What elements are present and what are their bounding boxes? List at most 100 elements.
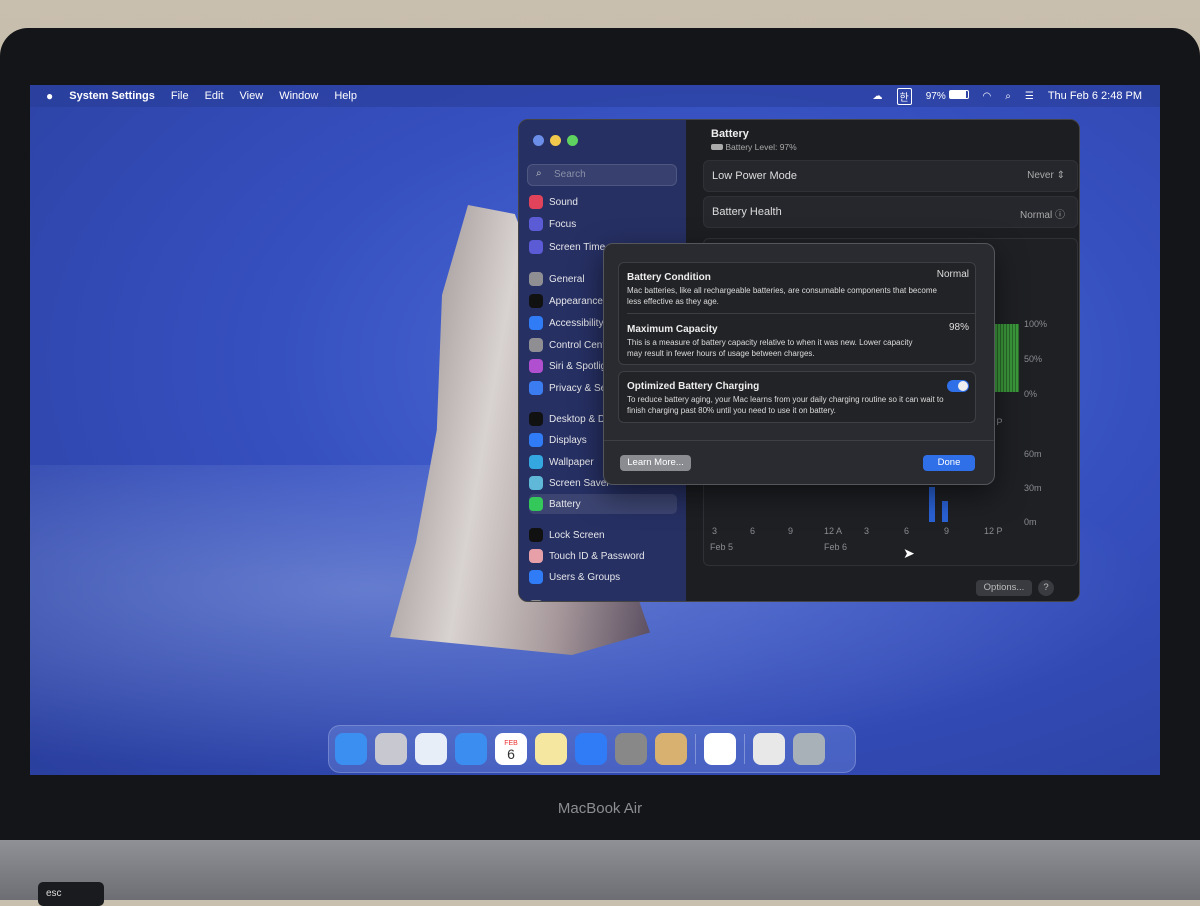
x-tick-label: 12 P <box>984 526 1003 536</box>
dock-go-game-icon[interactable] <box>655 733 687 765</box>
spotlight-search-icon[interactable]: ⌕ <box>1005 91 1011 102</box>
control-center-icon[interactable]: ☰ <box>1025 91 1034 102</box>
sidebar-item-label: Displays <box>549 434 587 446</box>
sidebar-item-label: Sound <box>549 196 578 208</box>
settings-icon <box>529 217 543 231</box>
x-tick-label: 9 <box>788 526 794 536</box>
level-axis-label: 100% <box>1024 319 1048 329</box>
menu-file[interactable]: File <box>171 90 189 102</box>
battery-health-dialog: Battery Condition Normal Mac batteries, … <box>603 243 995 485</box>
options-button[interactable]: Options... <box>976 580 1032 596</box>
x-tick-label: 6 <box>750 526 756 536</box>
search-placeholder: Search <box>554 169 586 180</box>
sidebar-item-label: Appearance <box>549 295 603 307</box>
sidebar-item-label: Screen Time <box>549 241 606 253</box>
optimized-charging-title: Optimized Battery Charging <box>627 381 760 392</box>
sidebar-item-passwords[interactable]: Passwords <box>529 597 677 603</box>
level-axis-label: 0% <box>1024 389 1038 399</box>
dock-system-settings-icon[interactable] <box>615 733 647 765</box>
battery-percent: 97% <box>925 91 946 102</box>
dock-safari-icon[interactable] <box>415 733 447 765</box>
menu-edit[interactable]: Edit <box>205 90 224 102</box>
learn-more-button[interactable]: Learn More... <box>620 455 691 471</box>
keyboard: esc <box>0 840 1200 906</box>
battery-condition-desc: Mac batteries, like all rechargeable bat… <box>627 286 937 306</box>
battery-condition-title: Battery Condition <box>627 272 711 283</box>
battery-level-subtitle: Battery Level: 97% <box>711 142 797 152</box>
settings-icon <box>529 338 543 352</box>
optimized-charging-toggle[interactable] <box>947 380 969 392</box>
input-source-icon[interactable]: 한 <box>896 87 912 105</box>
dock-separator <box>744 734 745 764</box>
usage-axis-label: 60m <box>1024 449 1042 459</box>
sidebar-item-lock-screen[interactable]: Lock Screen <box>529 525 677 545</box>
sidebar-item-label: Accessibility <box>549 317 604 329</box>
menu-bar: ● System Settings File Edit View Window … <box>30 85 1160 107</box>
sidebar-item-label: General <box>549 273 585 285</box>
settings-icon <box>529 433 543 447</box>
settings-icon <box>529 549 543 563</box>
low-power-mode-select[interactable]: Never ⇕ <box>1027 170 1065 181</box>
page-title: Battery <box>711 128 749 140</box>
info-icon[interactable]: ⓘ <box>1055 210 1065 221</box>
x-tick-label: 12 A <box>824 526 843 536</box>
menu-view[interactable]: View <box>240 90 264 102</box>
sidebar-item-touch-id-password[interactable]: Touch ID & Password <box>529 546 677 566</box>
dock-microsoft-word-icon[interactable] <box>704 733 736 765</box>
dock-app-store-icon[interactable] <box>575 733 607 765</box>
row-label: Battery Health <box>712 206 782 218</box>
battery-status[interactable]: 97% <box>926 90 969 102</box>
help-button[interactable]: ? <box>1038 580 1054 596</box>
search-icon: ⌕ <box>536 168 542 179</box>
battery-condition-value: Normal <box>936 269 969 280</box>
device-brand: MacBook Air <box>557 800 643 817</box>
sidebar-item-label: Passwords <box>549 602 598 603</box>
settings-icon <box>529 316 543 330</box>
sidebar-item-sound[interactable]: Sound <box>529 192 677 212</box>
dock-notes-icon[interactable] <box>535 733 567 765</box>
menu-app-name[interactable]: System Settings <box>69 90 155 102</box>
x-tick-label: 3 <box>712 526 718 536</box>
sidebar-item-battery[interactable]: Battery <box>529 494 677 514</box>
dock-launchpad-icon[interactable] <box>375 733 407 765</box>
menu-window[interactable]: Window <box>279 90 318 102</box>
sidebar-item-label: Battery <box>549 498 581 510</box>
settings-icon <box>529 412 543 426</box>
settings-icon <box>529 476 543 490</box>
dock-trash-icon[interactable] <box>793 733 825 765</box>
dock-separator <box>695 734 696 764</box>
zoom-button[interactable] <box>567 135 578 146</box>
optimized-charging-desc: To reduce battery aging, your Mac learns… <box>627 395 944 415</box>
minimize-button[interactable] <box>550 135 561 146</box>
close-button[interactable] <box>533 135 544 146</box>
date-label: Feb 6 <box>824 542 848 552</box>
divider <box>627 313 975 314</box>
x-tick-label: 3 <box>864 526 870 536</box>
sidebar-item-label: Users & Groups <box>549 571 621 583</box>
search-input[interactable]: ⌕ Search <box>527 164 677 186</box>
clock[interactable]: Thu Feb 6 2:48 PM <box>1048 90 1142 102</box>
done-button[interactable]: Done <box>923 455 975 471</box>
sidebar-item-focus[interactable]: Focus <box>529 214 677 234</box>
sidebar-item-users-groups[interactable]: Users & Groups <box>529 567 677 587</box>
mouse-cursor-icon: ➤ <box>903 545 915 561</box>
settings-icon <box>529 455 543 469</box>
cloud-icon[interactable]: ☁ <box>873 91 883 102</box>
dock-finder-icon[interactable] <box>335 733 367 765</box>
divider <box>604 440 994 441</box>
date-label: Feb 5 <box>710 542 734 552</box>
health-value: Normal <box>1019 210 1053 221</box>
optimized-charging-card: Optimized Battery Charging To reduce bat… <box>618 371 976 423</box>
menu-help[interactable]: Help <box>334 90 357 102</box>
apple-menu-icon[interactable]: ● <box>46 89 53 103</box>
row-label: Low Power Mode <box>712 170 797 182</box>
esc-key: esc <box>38 882 104 906</box>
dock-calendar-icon[interactable]: FEB 6 <box>495 733 527 765</box>
dock-mail-icon[interactable] <box>455 733 487 765</box>
settings-icon <box>529 294 543 308</box>
sidebar-item-label: Lock Screen <box>549 529 605 541</box>
dock-document-icon[interactable] <box>753 733 785 765</box>
maximum-capacity-title: Maximum Capacity <box>627 324 718 335</box>
wifi-icon[interactable]: ◠ <box>983 91 992 102</box>
settings-icon <box>529 570 543 584</box>
